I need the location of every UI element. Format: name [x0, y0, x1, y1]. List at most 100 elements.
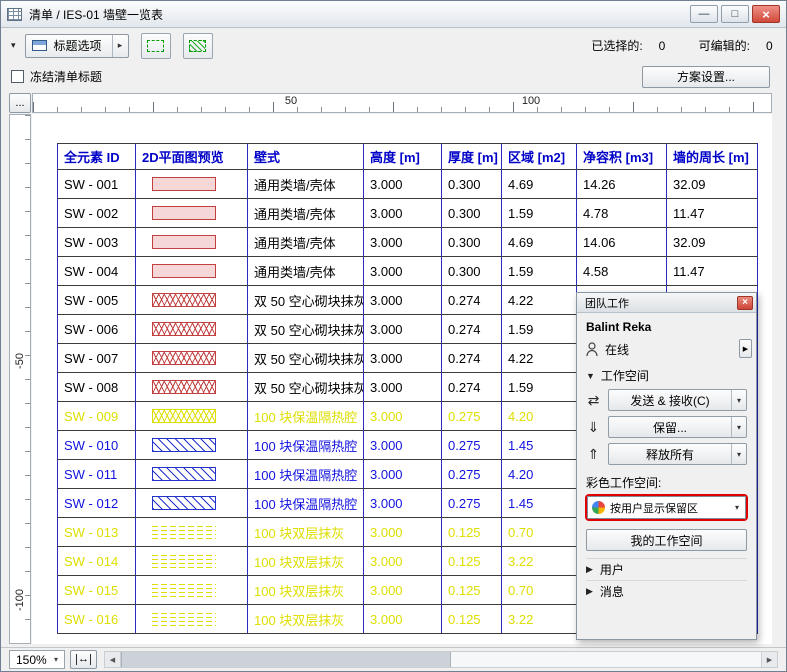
cell-thickness[interactable]: 0.274: [442, 373, 502, 402]
cell-area[interactable]: 1.59: [502, 257, 577, 286]
table-row[interactable]: SW - 003 通用类墙/壳体 3.000 0.300 4.69 14.06 …: [58, 228, 758, 257]
cell-height[interactable]: 3.000: [364, 431, 442, 460]
reserve-label[interactable]: 保留...: [609, 417, 731, 437]
column-header[interactable]: 2D平面图预览: [136, 144, 248, 170]
table-row[interactable]: SW - 004 通用类墙/壳体 3.000 0.300 1.59 4.58 1…: [58, 257, 758, 286]
cell-element-id[interactable]: SW - 007: [58, 344, 136, 373]
column-header[interactable]: 高度 [m]: [364, 144, 442, 170]
maximize-button[interactable]: □: [721, 5, 749, 23]
cell-thickness[interactable]: 0.125: [442, 576, 502, 605]
cell-thickness[interactable]: 0.125: [442, 518, 502, 547]
freeze-header-checkbox[interactable]: [11, 70, 24, 83]
cell-element-id[interactable]: SW - 006: [58, 315, 136, 344]
cell-preview[interactable]: [136, 547, 248, 576]
cell-wall-type[interactable]: 双 50 空心砌块抹灰: [248, 373, 364, 402]
cell-preview[interactable]: [136, 170, 248, 199]
send-receive-dropdown-icon[interactable]: ▾: [731, 390, 746, 410]
cell-thickness[interactable]: 0.274: [442, 344, 502, 373]
cell-thickness[interactable]: 0.274: [442, 286, 502, 315]
cell-area[interactable]: 0.70: [502, 518, 577, 547]
cell-height[interactable]: 3.000: [364, 286, 442, 315]
cell-wall-type[interactable]: 100 块保温隔热腔: [248, 431, 364, 460]
users-section-header[interactable]: ▶ 用户: [586, 558, 747, 580]
horizontal-ruler[interactable]: 50 100: [32, 93, 772, 113]
workspace-section-header[interactable]: ▼ 工作空间: [586, 367, 747, 384]
cell-height[interactable]: 3.000: [364, 199, 442, 228]
cell-element-id[interactable]: SW - 001: [58, 170, 136, 199]
cell-element-id[interactable]: SW - 012: [58, 489, 136, 518]
cell-height[interactable]: 3.000: [364, 170, 442, 199]
release-dropdown-icon[interactable]: ▾: [731, 444, 746, 464]
messages-section-header[interactable]: ▶ 消息: [586, 580, 747, 602]
toolbar-options-arrow-icon[interactable]: ▾: [11, 40, 16, 51]
cell-element-id[interactable]: SW - 008: [58, 373, 136, 402]
cell-wall-type[interactable]: 100 块双层抹灰: [248, 518, 364, 547]
vertical-ruler[interactable]: -50 -100: [9, 114, 31, 644]
cell-area[interactable]: 1.59: [502, 199, 577, 228]
table-row[interactable]: SW - 001 通用类墙/壳体 3.000 0.300 4.69 14.26 …: [58, 170, 758, 199]
cell-net-volume[interactable]: 14.06: [577, 228, 667, 257]
cell-preview[interactable]: [136, 605, 248, 634]
reserve-dropdown-icon[interactable]: ▾: [731, 417, 746, 437]
column-header[interactable]: 墙的周长 [m]: [667, 144, 758, 170]
cell-area[interactable]: 4.22: [502, 286, 577, 315]
column-header[interactable]: 净容积 [m3]: [577, 144, 667, 170]
cell-preview[interactable]: [136, 344, 248, 373]
zoom-control[interactable]: 150% ▾: [9, 650, 65, 669]
cell-wall-type[interactable]: 双 50 空心砌块抹灰: [248, 344, 364, 373]
scroll-left-button[interactable]: ◀: [105, 652, 121, 667]
cell-area[interactable]: 1.59: [502, 315, 577, 344]
cell-preview[interactable]: [136, 431, 248, 460]
cell-height[interactable]: 3.000: [364, 315, 442, 344]
cell-area[interactable]: 4.20: [502, 460, 577, 489]
column-header[interactable]: 全元素 ID: [58, 144, 136, 170]
titlebar[interactable]: 清单 / IES-01 墙壁一览表 — □ ×: [1, 1, 786, 28]
scroll-right-button[interactable]: ▶: [761, 652, 777, 667]
cell-perimeter[interactable]: 11.47: [667, 257, 758, 286]
release-all-label[interactable]: 释放所有: [609, 444, 731, 464]
cell-element-id[interactable]: SW - 010: [58, 431, 136, 460]
cell-preview[interactable]: [136, 199, 248, 228]
cell-preview[interactable]: [136, 518, 248, 547]
send-receive-button[interactable]: 发送 & 接收(C) ▾: [608, 389, 747, 411]
cell-perimeter[interactable]: 32.09: [667, 228, 758, 257]
cell-wall-type[interactable]: 双 50 空心砌块抹灰: [248, 286, 364, 315]
cell-thickness[interactable]: 0.275: [442, 402, 502, 431]
cell-element-id[interactable]: SW - 011: [58, 460, 136, 489]
scheme-settings-button[interactable]: 方案设置...: [642, 66, 770, 88]
cell-height[interactable]: 3.000: [364, 489, 442, 518]
cell-element-id[interactable]: SW - 002: [58, 199, 136, 228]
cell-area[interactable]: 4.20: [502, 402, 577, 431]
cell-net-volume[interactable]: 4.58: [577, 257, 667, 286]
cell-wall-type[interactable]: 双 50 空心砌块抹灰: [248, 315, 364, 344]
cell-area[interactable]: 0.70: [502, 576, 577, 605]
cell-area[interactable]: 4.69: [502, 170, 577, 199]
cell-thickness[interactable]: 0.275: [442, 431, 502, 460]
cell-thickness[interactable]: 0.275: [442, 489, 502, 518]
cell-height[interactable]: 3.000: [364, 402, 442, 431]
cell-wall-type[interactable]: 100 块保温隔热腔: [248, 489, 364, 518]
select-filled-marquee-button[interactable]: [183, 33, 213, 59]
cell-preview[interactable]: [136, 402, 248, 431]
cell-element-id[interactable]: SW - 013: [58, 518, 136, 547]
cell-preview[interactable]: [136, 373, 248, 402]
cell-area[interactable]: 3.22: [502, 605, 577, 634]
close-button[interactable]: ×: [752, 5, 780, 23]
cell-preview[interactable]: [136, 257, 248, 286]
reserve-button[interactable]: 保留... ▾: [608, 416, 747, 438]
cell-thickness[interactable]: 0.125: [442, 605, 502, 634]
cell-height[interactable]: 3.000: [364, 228, 442, 257]
cell-perimeter[interactable]: 11.47: [667, 199, 758, 228]
cell-area[interactable]: 3.22: [502, 547, 577, 576]
cell-wall-type[interactable]: 通用类墙/壳体: [248, 228, 364, 257]
ruler-options-button[interactable]: ...: [9, 93, 31, 113]
cell-height[interactable]: 3.000: [364, 460, 442, 489]
cell-thickness[interactable]: 0.300: [442, 228, 502, 257]
cell-thickness[interactable]: 0.300: [442, 170, 502, 199]
column-header[interactable]: 壁式: [248, 144, 364, 170]
cell-preview[interactable]: [136, 228, 248, 257]
teamwork-palette-titlebar[interactable]: 团队工作 ×: [577, 293, 756, 313]
cell-wall-type[interactable]: 100 块双层抹灰: [248, 576, 364, 605]
cell-element-id[interactable]: SW - 014: [58, 547, 136, 576]
palette-close-button[interactable]: ×: [737, 296, 753, 310]
